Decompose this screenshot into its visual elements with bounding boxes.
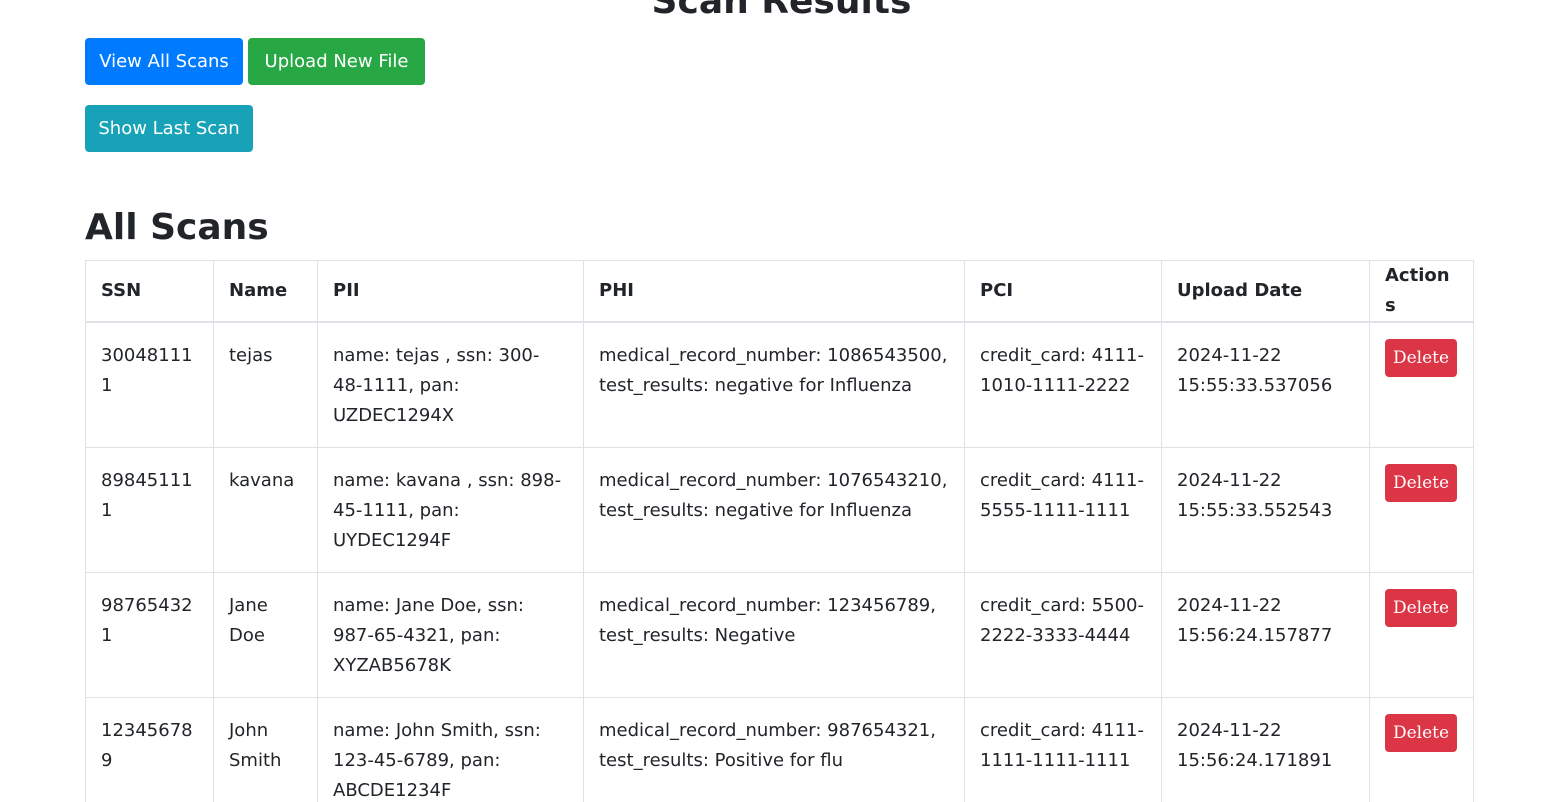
table-row: 123456789 John Smith name: John Smith, s… [85, 697, 1474, 802]
column-header-ssn: SSN [85, 260, 214, 323]
upload-new-file-button[interactable]: Upload New File [248, 38, 425, 85]
column-header-name: Name [213, 260, 318, 323]
cell-phi: medical_record_number: 1076543210, test_… [583, 447, 965, 573]
cell-pii: name: kavana , ssn: 898-45-1111, pan: UY… [317, 447, 584, 573]
delete-button[interactable]: Delete [1385, 339, 1457, 377]
cell-phi: medical_record_number: 123456789, test_r… [583, 572, 965, 698]
cell-ssn: 898451111 [85, 447, 214, 573]
cell-actions: Delete [1369, 321, 1474, 448]
cell-name: Jane Doe [213, 572, 318, 698]
cell-pii: name: John Smith, ssn: 123-45-6789, pan:… [317, 697, 584, 802]
cell-phi: medical_record_number: 987654321, test_r… [583, 697, 965, 802]
cell-ssn: 300481111 [85, 321, 214, 448]
delete-button[interactable]: Delete [1385, 589, 1457, 627]
cell-upload-date: 2024-11-22 15:56:24.171891 [1161, 697, 1370, 802]
table-row: 987654321 Jane Doe name: Jane Doe, ssn: … [85, 572, 1474, 698]
column-header-phi: PHI [583, 260, 965, 323]
table-row: 898451111 kavana name: kavana , ssn: 898… [85, 447, 1474, 573]
cell-upload-date: 2024-11-22 15:55:33.537056 [1161, 321, 1370, 448]
cell-upload-date: 2024-11-22 15:55:33.552543 [1161, 447, 1370, 573]
section-title: All Scans [85, 207, 269, 248]
cell-pii: name: tejas , ssn: 300-48-1111, pan: UZD… [317, 321, 584, 448]
cell-actions: Delete [1369, 447, 1474, 573]
view-all-scans-button[interactable]: View All Scans [85, 38, 243, 85]
scans-table: SSN Name PII PHI PCI Upload Date Actions… [85, 260, 1474, 802]
delete-button[interactable]: Delete [1385, 464, 1457, 502]
cell-pci: credit_card: 4111-1111-1111-1111 [964, 697, 1162, 802]
cell-name: tejas [213, 321, 318, 448]
cell-pci: credit_card: 4111-1010-1111-2222 [964, 321, 1162, 448]
page: Scan Results View All Scans Upload New F… [0, 0, 1563, 802]
cell-pii: name: Jane Doe, ssn: 987-65-4321, pan: X… [317, 572, 584, 698]
cell-pci: credit_card: 4111-5555-1111-1111 [964, 447, 1162, 573]
cell-ssn: 987654321 [85, 572, 214, 698]
page-title: Scan Results [651, 0, 912, 22]
column-header-actions: Actions [1369, 260, 1474, 323]
cell-ssn: 123456789 [85, 697, 214, 802]
show-last-scan-button[interactable]: Show Last Scan [85, 105, 253, 152]
table-row: 300481111 tejas name: tejas , ssn: 300-4… [85, 321, 1474, 448]
cell-name: kavana [213, 447, 318, 573]
cell-phi: medical_record_number: 1086543500, test_… [583, 321, 965, 448]
cell-pci: credit_card: 5500-2222-3333-4444 [964, 572, 1162, 698]
column-header-upload-date: Upload Date [1161, 260, 1370, 323]
column-header-pii: PII [317, 260, 584, 323]
cell-actions: Delete [1369, 572, 1474, 698]
cell-upload-date: 2024-11-22 15:56:24.157877 [1161, 572, 1370, 698]
cell-name: John Smith [213, 697, 318, 802]
delete-button[interactable]: Delete [1385, 714, 1457, 752]
cell-actions: Delete [1369, 697, 1474, 802]
table-header-row: SSN Name PII PHI PCI Upload Date Actions [85, 260, 1474, 323]
column-header-pci: PCI [964, 260, 1162, 323]
